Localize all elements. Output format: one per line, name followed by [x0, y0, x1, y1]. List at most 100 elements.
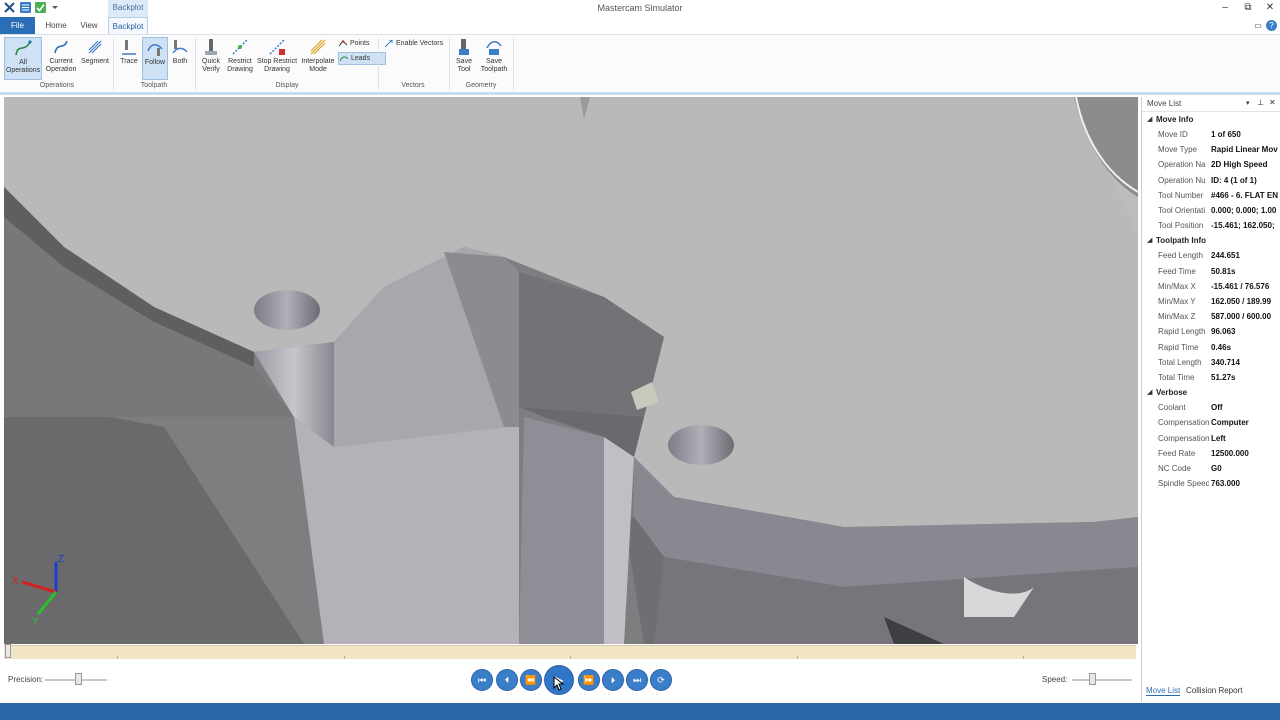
property-row[interactable]: Feed Time 50.81s: [1142, 264, 1280, 279]
property-value: Left: [1211, 433, 1226, 443]
speed-slider[interactable]: [1072, 679, 1132, 681]
go-to-end-button[interactable]: ⏭: [626, 669, 648, 691]
segment-button[interactable]: Segment: [79, 37, 111, 66]
property-value: 162.050 / 189.99: [1211, 297, 1272, 306]
axis-y-label: Y: [32, 616, 39, 627]
ribbon-separator: [195, 38, 196, 90]
tab-collision-report[interactable]: Collision Report: [1186, 686, 1242, 695]
rewind-button[interactable]: ⏪: [520, 669, 542, 691]
collapse-triangle-icon[interactable]: ◢: [1147, 112, 1152, 127]
all-operations-button[interactable]: All Operations: [4, 37, 42, 80]
fast-forward-button[interactable]: ⏩: [578, 669, 600, 691]
ribbon-bottom-strip: [0, 92, 1280, 95]
tab-move-list[interactable]: Move List: [1146, 686, 1181, 696]
follow-icon: [146, 39, 164, 57]
vectors-group-label: Vectors: [401, 82, 425, 89]
go-to-start-button[interactable]: ⏮: [471, 669, 493, 691]
property-row[interactable]: Min/Max Z 587.000 / 600.00: [1142, 309, 1280, 324]
tab-file[interactable]: File: [0, 17, 35, 34]
speed-slider-thumb[interactable]: [1088, 673, 1096, 685]
timeline-handle[interactable]: [5, 644, 11, 658]
trace-button[interactable]: Trace: [116, 37, 142, 66]
follow-button[interactable]: Follow: [142, 37, 168, 80]
property-row[interactable]: Rapid Length 96.063: [1142, 324, 1280, 339]
simulation-viewport[interactable]: Z X Y: [4, 97, 1138, 644]
property-row[interactable]: Operation Na 2D High Speed: [1142, 157, 1280, 172]
restore-button[interactable]: ⧉: [1241, 2, 1255, 14]
timeline-tick: [570, 656, 571, 659]
close-button[interactable]: ✕: [1263, 2, 1277, 14]
property-row[interactable]: Operation Nu ID: 4 (1 of 1): [1142, 173, 1280, 188]
property-row[interactable]: Coolant Off: [1142, 400, 1280, 415]
enable-vectors-button[interactable]: Enable Vectors: [384, 38, 456, 49]
interpolate-mode-button[interactable]: Interpolate Mode: [299, 37, 337, 74]
property-value: -15.461; 162.050;: [1211, 221, 1275, 231]
panel-close-icon[interactable]: ✕: [1269, 98, 1276, 107]
precision-slider-thumb[interactable]: [75, 673, 83, 685]
collapse-triangle-icon[interactable]: ◢: [1147, 233, 1152, 248]
property-key: Tool Orientati: [1158, 206, 1206, 215]
save-toolpath-button[interactable]: Save Toolpath: [478, 37, 510, 74]
property-row[interactable]: Move ID 1 of 650: [1142, 127, 1280, 142]
property-key: Feed Length: [1158, 251, 1203, 261]
timeline-tick: [344, 656, 345, 659]
all-operations-icon: [14, 39, 32, 57]
move-list-panel: Move List ▾ ⊥ ✕ ◢ Move Info Move ID 1 of 65…: [1141, 97, 1280, 702]
playback-timeline[interactable]: [4, 644, 1136, 659]
current-operation-button[interactable]: Current Operation: [44, 37, 78, 74]
property-row[interactable]: Feed Rate 12500.000: [1142, 446, 1280, 461]
panel-dropdown-icon[interactable]: ▾: [1246, 99, 1250, 107]
ribbon-collapse-icon[interactable]: ▭: [1251, 20, 1265, 32]
section-title: Toolpath Info: [1156, 236, 1207, 246]
collapse-triangle-icon[interactable]: ◢: [1147, 385, 1152, 400]
property-key: Spindle Speed: [1158, 479, 1209, 489]
property-row[interactable]: Min/Max X -15.461 / 76.576: [1142, 279, 1280, 294]
step-back-button[interactable]: ⏴: [496, 669, 518, 691]
property-row[interactable]: Move Type Rapid Linear Mov: [1142, 142, 1280, 157]
help-icon[interactable]: ?: [1266, 20, 1277, 31]
tab-view[interactable]: View: [75, 17, 103, 34]
save-tool-button[interactable]: Save Tool: [452, 37, 476, 74]
both-label: Both: [172, 58, 188, 65]
geometry-group-label: Geometry: [465, 82, 497, 89]
property-row[interactable]: Spindle Speed 763.000: [1142, 476, 1280, 491]
property-value: 12500.000: [1211, 448, 1249, 458]
restrict-drawing-button[interactable]: Restrict Drawing: [224, 37, 256, 74]
axis-z-label: Z: [58, 554, 64, 565]
panel-title: Move List: [1147, 99, 1182, 108]
section-header[interactable]: ◢ Toolpath Info: [1142, 233, 1280, 248]
property-row[interactable]: Tool Position -15.461; 162.050;: [1142, 218, 1280, 233]
property-key: Min/Max Y: [1158, 297, 1196, 306]
tab-backplot[interactable]: Backplot: [108, 17, 148, 34]
ribbon-tab-row: File Home View Backplot ▭ ?: [0, 17, 1280, 34]
both-button[interactable]: Both: [168, 37, 192, 66]
property-row[interactable]: Total Length 340.714: [1142, 355, 1280, 370]
loop-button[interactable]: ⟳: [650, 669, 672, 691]
property-value: 244.651: [1211, 251, 1240, 261]
property-row[interactable]: Min/Max Y 162.050 / 189.99: [1142, 294, 1280, 309]
property-row[interactable]: Total Time 51.27s: [1142, 370, 1280, 385]
property-row[interactable]: Tool Number #466 - 6. FLAT EN: [1142, 188, 1280, 203]
trace-icon: [120, 38, 138, 56]
property-row[interactable]: NC Code G0: [1142, 461, 1280, 476]
property-row[interactable]: Feed Length 244.651: [1142, 248, 1280, 263]
property-value: ID: 4 (1 of 1): [1211, 175, 1257, 185]
property-row[interactable]: Compensation Left: [1142, 431, 1280, 446]
stop-restrict-drawing-button[interactable]: Stop Restrict Drawing: [256, 37, 298, 74]
leads-label: Leads: [351, 55, 371, 62]
section-header[interactable]: ◢ Verbose: [1142, 385, 1280, 400]
property-row[interactable]: Rapid Time 0.46s: [1142, 340, 1280, 355]
panel-pin-icon[interactable]: ⊥: [1257, 98, 1264, 107]
section-header[interactable]: ◢ Move Info: [1142, 112, 1280, 127]
property-key: Operation Na: [1158, 160, 1206, 170]
property-value: 587.000 / 600.00: [1211, 312, 1272, 322]
property-value: 0.000; 0.000; 1.00: [1211, 206, 1277, 215]
property-row[interactable]: Compensation Computer: [1142, 415, 1280, 430]
quick-verify-icon: [202, 38, 220, 56]
step-forward-button[interactable]: ⏵: [602, 669, 624, 691]
quick-verify-button[interactable]: Quick Verify: [199, 37, 223, 74]
tab-home[interactable]: Home: [41, 17, 71, 34]
axis-x-label: X: [12, 576, 19, 587]
property-row[interactable]: Tool Orientati 0.000; 0.000; 1.00: [1142, 203, 1280, 218]
minimize-button[interactable]: –: [1218, 2, 1232, 14]
